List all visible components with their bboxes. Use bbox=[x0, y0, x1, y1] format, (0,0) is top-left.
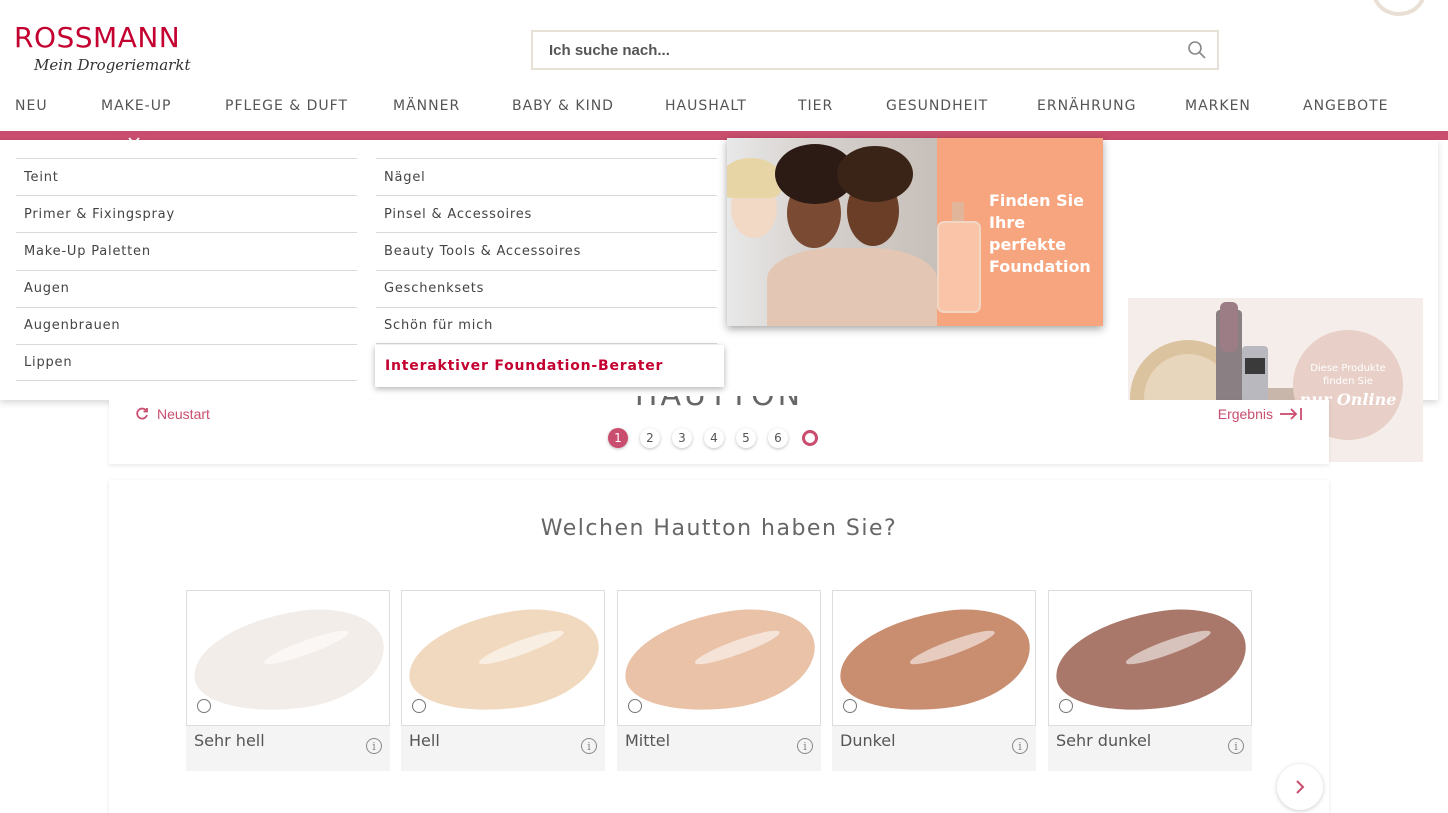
menu-item-lippen[interactable]: Lippen bbox=[16, 343, 357, 382]
option-label: Hell bbox=[409, 731, 440, 750]
logo-wordmark: ROSSMANN bbox=[14, 21, 181, 54]
promo2-text: Diese Produkte finden Sie bbox=[1310, 362, 1386, 387]
option-radio[interactable] bbox=[628, 699, 642, 713]
nav-item-tier[interactable]: TIER bbox=[798, 98, 833, 114]
step-4[interactable]: 4 bbox=[704, 428, 724, 448]
refresh-icon bbox=[136, 407, 148, 420]
info-icon[interactable]: i bbox=[1228, 738, 1244, 754]
mega-menu-make-up: Teint Primer & Fixingspray Make-Up Palet… bbox=[0, 140, 1438, 462]
chevron-right-icon bbox=[1296, 780, 1305, 794]
option-hell[interactable]: Hell i bbox=[401, 590, 605, 771]
step-5[interactable]: 5 bbox=[736, 428, 756, 448]
skin-tone-question-card: Welchen Hautton haben Sie? Sehr hell i H… bbox=[109, 480, 1329, 813]
nav-item-ernaehrung[interactable]: ERNÄHRUNG bbox=[1037, 98, 1136, 114]
swatch-image bbox=[186, 590, 390, 726]
option-mittel[interactable]: Mittel i bbox=[617, 590, 821, 771]
search-bar bbox=[531, 30, 1219, 70]
info-icon[interactable]: i bbox=[1012, 738, 1028, 754]
option-label: Sehr hell bbox=[194, 731, 265, 750]
logo-tagline: Mein Drogeriemarkt bbox=[34, 56, 191, 74]
mega-menu-column-1: Teint Primer & Fixingspray Make-Up Palet… bbox=[16, 158, 357, 382]
menu-item-geschenksets[interactable]: Geschenksets bbox=[376, 269, 717, 307]
foundation-swatch bbox=[402, 600, 604, 722]
nav-item-marken[interactable]: MARKEN bbox=[1185, 98, 1251, 114]
account-circle-icon[interactable] bbox=[1372, 0, 1426, 16]
carousel-next-button[interactable] bbox=[1277, 764, 1323, 810]
menu-item-primer[interactable]: Primer & Fixingspray bbox=[16, 195, 357, 232]
info-icon[interactable]: i bbox=[797, 738, 813, 754]
question-title: Welchen Hautton haben Sie? bbox=[540, 516, 898, 541]
swatch-image bbox=[617, 590, 821, 726]
nav-item-angebote[interactable]: ANGEBOTE bbox=[1303, 98, 1389, 114]
rossmann-logo[interactable]: ROSSMANN Mein Drogeriemarkt bbox=[14, 22, 214, 82]
restart-label: Neustart bbox=[157, 406, 210, 422]
restart-button[interactable]: Neustart bbox=[135, 406, 210, 422]
step-2[interactable]: 2 bbox=[640, 428, 660, 448]
menu-item-augen[interactable]: Augen bbox=[16, 269, 357, 307]
menu-item-augenbrauen[interactable]: Augenbrauen bbox=[16, 306, 357, 344]
nav-underline-bar bbox=[0, 131, 1448, 140]
nav-item-haushalt[interactable]: HAUSHALT bbox=[665, 98, 747, 114]
option-label: Mittel bbox=[625, 731, 671, 750]
option-radio[interactable] bbox=[1059, 699, 1073, 713]
step-indicator: 1 2 3 4 5 6 bbox=[608, 428, 820, 448]
info-icon[interactable]: i bbox=[581, 738, 597, 754]
arrow-right-end-icon bbox=[1280, 408, 1302, 420]
foundation-swatch bbox=[1049, 600, 1251, 722]
result-label: Ergebnis bbox=[1217, 406, 1273, 422]
search-icon[interactable] bbox=[1177, 32, 1217, 68]
option-radio[interactable] bbox=[412, 699, 426, 713]
menu-item-pinsel[interactable]: Pinsel & Accessoires bbox=[376, 195, 717, 232]
step-result-dot[interactable] bbox=[802, 430, 818, 446]
option-sehr-dunkel[interactable]: Sehr dunkel i bbox=[1048, 590, 1252, 771]
option-label: Dunkel bbox=[840, 731, 896, 750]
promo-banner-foundation[interactable]: Finden Sie Ihre perfekte Foundation bbox=[727, 138, 1103, 326]
mega-menu-column-2: Nägel Pinsel & Accessoires Beauty Tools … bbox=[376, 158, 717, 344]
option-radio[interactable] bbox=[843, 699, 857, 713]
nav-item-maenner[interactable]: MÄNNER bbox=[393, 98, 460, 114]
foundation-swatch bbox=[833, 600, 1035, 722]
step-3[interactable]: 3 bbox=[672, 428, 692, 448]
menu-item-beauty-tools[interactable]: Beauty Tools & Accessoires bbox=[376, 232, 717, 269]
search-input[interactable] bbox=[533, 32, 1177, 68]
menu-item-schoen-fuer-mich[interactable]: Schön für mich bbox=[376, 306, 717, 344]
nav-item-baby-kind[interactable]: BABY & KIND bbox=[512, 98, 614, 114]
nav-item-neu[interactable]: NEU bbox=[15, 98, 48, 114]
swatch-image bbox=[1048, 590, 1252, 726]
nav-item-pflege-duft[interactable]: PFLEGE & DUFT bbox=[225, 98, 348, 114]
step-6[interactable]: 6 bbox=[768, 428, 788, 448]
option-label: Sehr dunkel bbox=[1056, 731, 1152, 750]
nav-item-gesundheit[interactable]: GESUNDHEIT bbox=[886, 98, 988, 114]
option-sehr-hell[interactable]: Sehr hell i bbox=[186, 590, 390, 771]
menu-item-make-up-paletten[interactable]: Make-Up Paletten bbox=[16, 232, 357, 269]
menu-item-foundation-berater[interactable]: Interaktiver Foundation-Berater bbox=[375, 345, 724, 387]
menu-item-naegel[interactable]: Nägel bbox=[376, 158, 717, 195]
foundation-swatch bbox=[618, 600, 820, 722]
swatch-image bbox=[401, 590, 605, 726]
nav-item-make-up[interactable]: MAKE-UP bbox=[101, 98, 171, 114]
main-nav: NEU MAKE-UP PFLEGE & DUFT MÄNNER BABY & … bbox=[0, 98, 1448, 122]
swatch-image bbox=[832, 590, 1036, 726]
result-button[interactable]: Ergebnis bbox=[1218, 406, 1303, 422]
models-photo bbox=[727, 138, 937, 326]
step-1[interactable]: 1 bbox=[608, 428, 628, 448]
menu-item-teint[interactable]: Teint bbox=[16, 158, 357, 195]
option-dunkel[interactable]: Dunkel i bbox=[832, 590, 1036, 771]
foundation-stepper: HAUTTON Neustart Ergebnis 1 2 3 4 5 6 bbox=[109, 396, 1329, 464]
info-icon[interactable]: i bbox=[366, 738, 382, 754]
foundation-swatch bbox=[187, 600, 389, 722]
option-radio[interactable] bbox=[197, 699, 211, 713]
promo1-text: Finden Sie Ihre perfekte Foundation bbox=[989, 191, 1091, 276]
